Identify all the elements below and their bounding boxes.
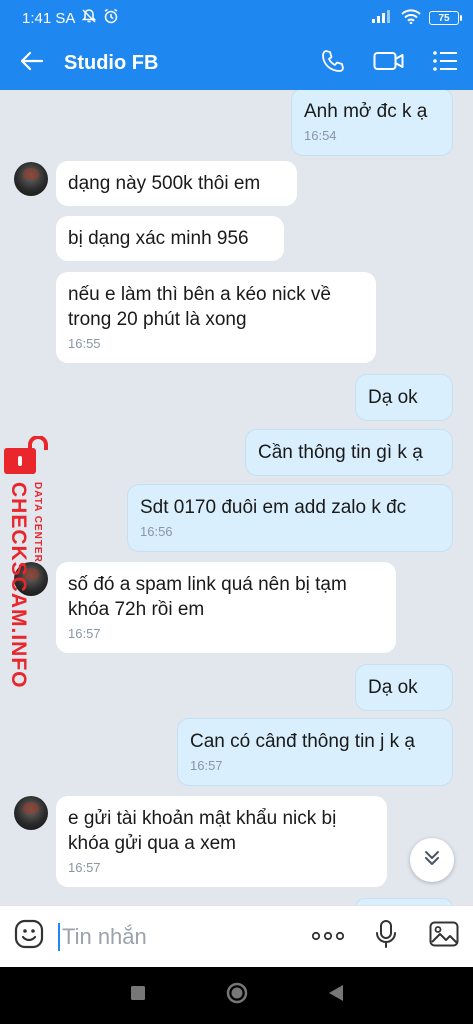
message-time: 16:55 xyxy=(68,336,101,351)
status-bar: 1:41 SA 75 xyxy=(0,0,473,36)
avatar[interactable] xyxy=(14,796,48,830)
message-incoming[interactable]: dạng này 500k thôi em xyxy=(56,161,297,206)
battery-level: 75 xyxy=(438,12,450,24)
double-chevron-down-icon xyxy=(422,848,442,873)
message-input[interactable] xyxy=(61,923,299,950)
more-options-button[interactable] xyxy=(299,906,357,968)
wifi-icon xyxy=(401,8,421,28)
message-text: Anh mở đc k ạ xyxy=(304,101,428,122)
back-arrow-icon xyxy=(20,51,44,76)
signal-icon xyxy=(371,9,393,27)
message-incoming[interactable]: nếu e làm thì bên a kéo nick về trong 20… xyxy=(56,272,376,363)
message-text: nếu e làm thì bên a kéo nick về trong 20… xyxy=(68,284,331,330)
sticker-icon xyxy=(14,919,44,954)
message-list[interactable]: Anh mở đc k ạ 16:54 dạng này 500k thôi e… xyxy=(0,90,473,905)
avatar[interactable] xyxy=(14,162,48,196)
message-text: bị dạng xác minh 956 xyxy=(68,228,249,249)
microphone-icon xyxy=(375,919,397,954)
status-time: 1:41 SA xyxy=(22,9,76,27)
message-field-wrapper xyxy=(58,906,299,968)
message-outgoing-partial[interactable] xyxy=(355,898,453,905)
video-call-button[interactable] xyxy=(361,36,417,90)
message-time: 16:56 xyxy=(140,524,173,539)
message-incoming[interactable]: số đó a spam link quá nên bị tạm khóa 72… xyxy=(56,562,396,653)
options-menu-button[interactable] xyxy=(417,36,473,90)
message-outgoing[interactable]: Anh mở đc k ạ 16:54 xyxy=(291,90,453,156)
text-cursor xyxy=(58,922,60,951)
message-text: dạng này 500k thôi em xyxy=(68,173,261,194)
system-nav-bar xyxy=(0,967,473,1024)
chat-header: Studio FB xyxy=(0,36,473,90)
message-time: 16:57 xyxy=(190,758,223,773)
message-text: số đó a spam link quá nên bị tạm khóa 72… xyxy=(68,574,347,620)
message-text: Dạ ok xyxy=(368,387,418,408)
voice-call-button[interactable] xyxy=(305,36,361,90)
phone-icon xyxy=(320,48,346,79)
checkscam-watermark: CHECKSCAM.INFO DATA CENTER xyxy=(2,436,52,689)
more-dots-icon xyxy=(311,928,345,946)
back-nav-button[interactable] xyxy=(328,984,344,1007)
watermark-main-text: CHECKSCAM.INFO xyxy=(7,482,30,689)
message-input-bar xyxy=(0,905,473,967)
menu-list-icon xyxy=(432,50,458,77)
message-text: Dạ ok xyxy=(368,677,418,698)
image-icon xyxy=(429,921,459,952)
message-outgoing[interactable]: Cần thông tin gì k ạ xyxy=(245,429,453,476)
video-call-icon xyxy=(373,50,405,77)
message-text: e gửi tài khoản mật khẩu nick bị khóa gử… xyxy=(68,808,337,854)
battery-icon: 75 xyxy=(429,11,462,25)
message-outgoing[interactable]: Dạ ok xyxy=(355,374,453,421)
message-incoming[interactable]: e gửi tài khoản mật khẩu nick bị khóa gử… xyxy=(56,796,387,887)
message-incoming[interactable]: bị dạng xác minh 956 xyxy=(56,216,284,261)
back-button[interactable] xyxy=(0,36,64,90)
send-image-button[interactable] xyxy=(415,906,473,968)
home-button[interactable] xyxy=(226,982,248,1009)
alarm-icon xyxy=(103,8,119,28)
message-time: 16:57 xyxy=(68,860,101,875)
message-outgoing[interactable]: Dạ ok xyxy=(355,664,453,711)
message-time: 16:57 xyxy=(68,626,101,641)
recents-button[interactable] xyxy=(130,985,146,1006)
message-outgoing[interactable]: Can có cânđ thông tin j k ạ 16:57 xyxy=(177,718,453,786)
message-time: 16:54 xyxy=(304,128,337,143)
mute-bell-icon xyxy=(81,8,97,28)
message-text: Can có cânđ thông tin j k ạ xyxy=(190,731,415,752)
message-text: Sdt 0170 đuôi em add zalo k đc xyxy=(140,497,407,518)
message-text: Cần thông tin gì k ạ xyxy=(258,442,423,463)
watermark-sub-text: DATA CENTER xyxy=(32,482,43,563)
contact-name[interactable]: Studio FB xyxy=(64,52,305,75)
lock-icon xyxy=(4,436,48,474)
sticker-button[interactable] xyxy=(0,906,58,968)
message-outgoing[interactable]: Sdt 0170 đuôi em add zalo k đc 16:56 xyxy=(127,484,453,552)
scroll-to-bottom-button[interactable] xyxy=(410,838,454,882)
voice-message-button[interactable] xyxy=(357,906,415,968)
